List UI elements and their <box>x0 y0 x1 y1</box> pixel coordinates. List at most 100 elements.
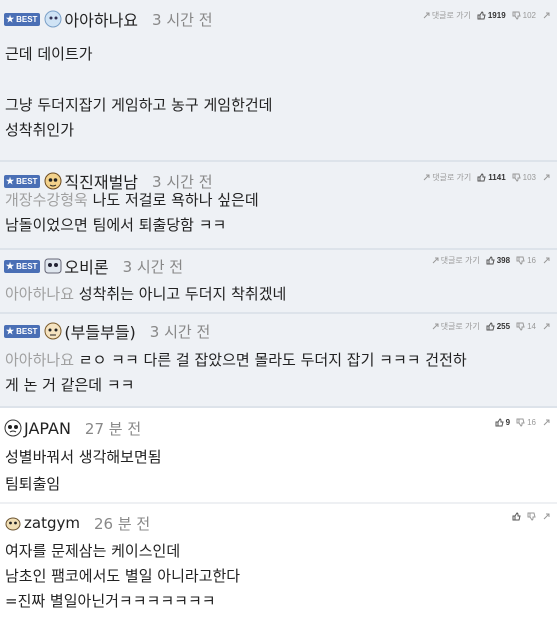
nickname[interactable]: (부들부들) <box>64 319 135 343</box>
thumbs-up-icon <box>495 418 504 427</box>
reply-arrow-icon <box>432 323 439 330</box>
thumbs-down-icon <box>516 256 525 265</box>
thumbs-down-icon <box>516 418 525 427</box>
dislike-button[interactable]: 14 <box>516 322 536 331</box>
reply-link[interactable]: 댓글로 가기 <box>423 172 471 183</box>
thumbs-down-icon <box>512 11 521 20</box>
comment-body: 근데 데이트가 그냥 두더지잡기 게임하고 농구 게임한건데 성착취인가 <box>5 42 272 143</box>
comment-actions: 9 16 <box>495 418 551 427</box>
comment-2: ★ BEST 직진재벌남 3 시간 전 댓글로 가기 1141 103 개장수강형… <box>0 162 557 250</box>
comment-body: 개장수강형욱 나도 저걸로 욕하나 싶은데 남돌이었으면 팀에서 퇴출당함 ㅋㅋ <box>5 188 259 238</box>
star-icon: ★ <box>6 13 15 24</box>
dislike-button[interactable]: 103 <box>512 173 536 182</box>
reply-to-nick[interactable]: 아아하나요 <box>5 285 74 303</box>
comment-header: JAPAN 27 분 전 <box>4 415 141 441</box>
comment-body: 성별바꿔서 생각해보면됨 팀퇴출임 <box>5 445 162 497</box>
thumbs-up-icon <box>477 11 486 20</box>
comment-line: 성별바꿔서 생각해보면됨 <box>5 448 162 466</box>
comment-line: 여자를 문제삼는 케이스인데 <box>5 542 181 560</box>
like-button[interactable]: 255 <box>486 322 510 331</box>
comment-body: 아아하나요 ㄹㅇ ㅋㅋ 다른 걸 잡았으면 몰라도 두더지 잡기 ㅋㅋㅋ 건전하… <box>5 348 467 398</box>
comment-body: 아아하나요 성착취는 아니고 두더지 착취겠네 <box>5 282 286 307</box>
timestamp: 26 분 전 <box>93 514 151 533</box>
reply-to-nick[interactable]: 개장수강형욱 <box>5 191 88 209</box>
comment-1: ★ BEST 아아하나요 3 시간 전 댓글로 가기 1919 102 근데 데이… <box>0 0 557 162</box>
reply-arrow-icon <box>423 12 430 19</box>
comment-line <box>5 67 272 93</box>
link-button[interactable] <box>542 256 551 265</box>
avatar-icon <box>44 10 62 28</box>
like-button[interactable]: 398 <box>486 256 510 265</box>
best-badge: ★ BEST <box>4 12 41 26</box>
comment-4: ★ BEST (부들부들) 3 시간 전 댓글로 가기 255 14 아아하나요 … <box>0 314 557 408</box>
best-badge: ★ BEST <box>4 259 41 273</box>
best-badge: ★ BEST <box>4 324 41 338</box>
thumbs-down-icon <box>527 512 536 521</box>
comment-3: ★ BEST 오비론 3 시간 전 댓글로 가기 398 16 아아하나요 성착취… <box>0 250 557 314</box>
comment-header: zatgym 26 분 전 <box>4 510 150 536</box>
like-button[interactable]: 9 <box>495 418 510 427</box>
comment-header: ★ BEST (부들부들) 3 시간 전 <box>4 318 210 344</box>
comment-5: JAPAN 27 분 전 9 16 성별바꿔서 생각해보면됨 팀퇴출임 <box>0 408 557 504</box>
link-button[interactable] <box>542 173 551 182</box>
best-badge: ★ BEST <box>4 174 41 188</box>
link-icon <box>543 323 550 330</box>
star-icon: ★ <box>6 260 15 271</box>
comment-actions: 댓글로 가기 255 14 <box>432 321 551 332</box>
dislike-button[interactable]: 102 <box>512 11 536 20</box>
link-icon <box>543 12 550 19</box>
like-button[interactable]: 1141 <box>477 173 506 182</box>
comment-6: zatgym 26 분 전 여자를 문제삼는 케이스인데 남초인 팸코에서도 별… <box>0 504 557 620</box>
dislike-button[interactable]: 16 <box>516 256 536 265</box>
thumbs-down-icon <box>512 173 521 182</box>
comment-line: 남돌이었으면 팀에서 퇴출당함 ㅋㅋ <box>5 216 227 234</box>
avatar-icon <box>44 322 62 340</box>
reply-to-nick[interactable]: 아아하나요 <box>5 351 74 369</box>
comment-body: 여자를 문제삼는 케이스인데 남초인 팸코에서도 별일 아니라고한다 =진짜 별… <box>5 539 240 614</box>
like-button[interactable] <box>512 512 521 521</box>
star-icon: ★ <box>6 325 15 336</box>
comment-line: 성착취는 아니고 두더지 착취겠네 <box>78 285 287 303</box>
comment-line: ㄹㅇ ㅋㅋ 다른 걸 잡았으면 몰라도 두더지 잡기 ㅋㅋㅋ 건전하 <box>78 351 467 369</box>
nickname[interactable]: 아아하나요 <box>64 7 138 31</box>
dislike-button[interactable]: 16 <box>516 418 536 427</box>
link-icon <box>543 257 550 264</box>
nickname[interactable]: zatgym <box>24 514 80 532</box>
link-icon <box>543 174 550 181</box>
comment-line: 게 논 거 같은데 ㅋㅋ <box>5 376 135 394</box>
nickname[interactable]: 오비론 <box>64 254 108 278</box>
link-button[interactable] <box>542 11 551 20</box>
comment-line: =진짜 별일아닌거ㅋㅋㅋㅋㅋㅋㅋ <box>5 592 216 610</box>
link-icon <box>543 419 550 426</box>
reply-link[interactable]: 댓글로 가기 <box>432 255 480 266</box>
reply-link[interactable]: 댓글로 가기 <box>432 321 480 332</box>
comment-actions: 댓글로 가기 1141 103 <box>423 172 551 183</box>
avatar-icon <box>44 258 62 274</box>
timestamp: 27 분 전 <box>84 419 142 438</box>
timestamp: 3 시간 전 <box>149 322 211 341</box>
reply-arrow-icon <box>423 174 430 181</box>
thumbs-up-icon <box>477 173 486 182</box>
comment-line: 팀퇴출임 <box>5 475 61 493</box>
like-button[interactable]: 1919 <box>477 11 506 20</box>
avatar-icon <box>5 517 21 531</box>
star-icon: ★ <box>6 175 15 186</box>
timestamp: 3 시간 전 <box>122 257 184 276</box>
comment-header: ★ BEST 오비론 3 시간 전 <box>4 253 183 279</box>
timestamp: 3 시간 전 <box>152 10 213 29</box>
comment-line: 성착취인가 <box>5 121 75 139</box>
reply-link[interactable]: 댓글로 가기 <box>423 10 471 21</box>
link-button[interactable] <box>542 322 551 331</box>
thumbs-up-icon <box>512 512 521 521</box>
dislike-button[interactable] <box>527 512 536 521</box>
link-button[interactable] <box>542 418 551 427</box>
link-button[interactable] <box>542 512 551 521</box>
comment-line: 근데 데이트가 <box>5 45 93 63</box>
comment-line: 남초인 팸코에서도 별일 아니라고한다 <box>5 567 241 585</box>
comment-actions: 댓글로 가기 398 16 <box>432 255 551 266</box>
thumbs-up-icon <box>486 322 495 331</box>
thumbs-down-icon <box>516 322 525 331</box>
comment-line: 그냥 두더지잡기 게임하고 농구 게임한건데 <box>5 96 273 114</box>
comment-line: 나도 저걸로 욕하나 싶은데 <box>92 191 259 209</box>
nickname[interactable]: JAPAN <box>24 419 71 438</box>
